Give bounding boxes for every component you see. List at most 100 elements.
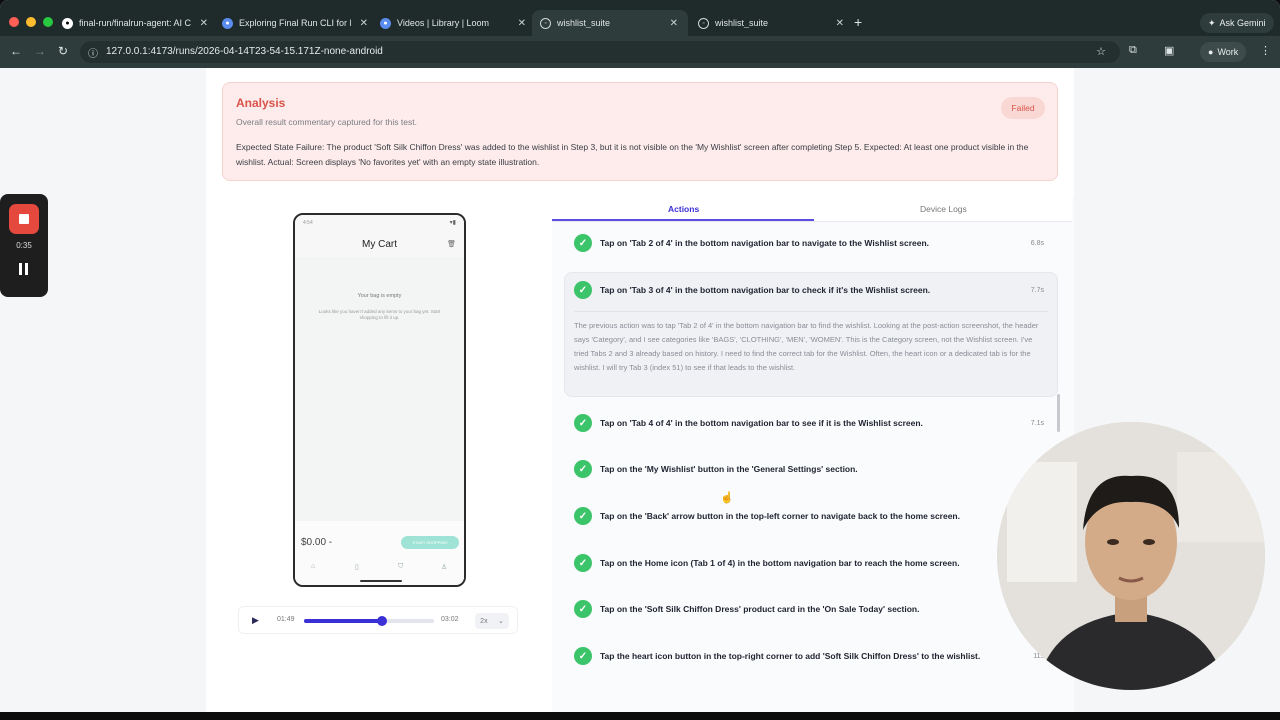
phone-signal-icon: ▾▮ (449, 220, 456, 226)
check-icon: ✓ (574, 460, 592, 478)
status-badge: Failed (1001, 97, 1045, 119)
profile-button[interactable]: ● Work (1200, 42, 1247, 62)
stop-icon (19, 214, 29, 224)
close-tab-icon[interactable]: ✕ (200, 18, 208, 29)
address-bar[interactable]: ⓘ 127.0.0.1:4173/runs/2026-04-14T23-54-1… (80, 41, 1120, 63)
cart-icon: ⛉ (398, 563, 404, 570)
analysis-body: Expected State Failure: The product 'Sof… (236, 142, 1029, 167)
step-duration: 7.7s (1030, 287, 1044, 294)
seek-bar-fill (304, 619, 382, 623)
browser-tab[interactable]: ● Videos | Library | Loom ✕ (380, 13, 526, 33)
phone-header (295, 215, 464, 257)
close-window-button[interactable] (9, 17, 19, 27)
panel-tabs: Actions Device Logs (552, 198, 1072, 222)
divider (574, 311, 1048, 312)
chevron-down-icon: ⌄ (497, 618, 504, 625)
phone-cart-total: $0.00 - (301, 537, 333, 548)
menu-kebab-icon[interactable]: ⋮ (1260, 44, 1271, 57)
phone-status-time: 4:54 (303, 220, 313, 226)
check-icon: ✓ (574, 281, 592, 299)
screen-recorder-widget: 0:35 (0, 194, 48, 297)
check-icon: ✓ (574, 554, 592, 572)
seek-bar[interactable] (304, 616, 434, 626)
check-icon: ✓ (574, 234, 592, 252)
pause-icon[interactable] (19, 263, 29, 275)
url-text: 127.0.0.1:4173/runs/2026-04-14T23-54-15.… (106, 46, 383, 57)
tab-actions[interactable]: Actions (668, 204, 699, 214)
browser-toolbar: ← → ↻ ⓘ 127.0.0.1:4173/runs/2026-04-14T2… (0, 36, 1280, 68)
step-reasoning: The previous action was to tap 'Tab 2 of… (574, 321, 1039, 372)
step-item[interactable]: ✓ Tap on the Home icon (Tab 1 of 4) in t… (564, 548, 1058, 578)
globe-icon: ◦ (540, 17, 551, 29)
current-time: 01:49 (277, 616, 295, 623)
minimize-window-button[interactable] (26, 17, 36, 27)
browser-tab[interactable]: ● Exploring Final Run CLI for E ✕ (222, 13, 368, 33)
step-label: Tap on the 'My Wishlist' button in the '… (600, 464, 858, 474)
maximize-window-button[interactable] (43, 17, 53, 27)
step-item[interactable]: ✓ Tap on 'Tab 3 of 4' in the bottom navi… (564, 275, 1058, 305)
analysis-subtitle: Overall result commentary captured for t… (236, 117, 417, 127)
site-info-icon[interactable]: ⓘ (88, 45, 98, 60)
trash-icon: 🗑 (447, 241, 456, 248)
seek-handle[interactable] (377, 616, 387, 626)
step-item[interactable]: ✓ Tap on 'Tab 2 of 4' in the bottom navi… (564, 228, 1058, 258)
back-arrow-icon[interactable]: ← (10, 44, 22, 58)
step-label: Tap on 'Tab 3 of 4' in the bottom naviga… (600, 285, 931, 295)
step-item[interactable]: ✓ Tap on the 'Soft Silk Chiffon Dress' p… (564, 594, 1058, 624)
extensions-icon[interactable]: ⧉ (1129, 44, 1137, 57)
total-time: 03:02 (441, 616, 459, 623)
step-label: Tap on the 'Back' arrow button in the to… (600, 511, 960, 521)
close-tab-icon[interactable]: ✕ (670, 18, 678, 29)
check-icon: ✓ (574, 600, 592, 618)
step-label: Tap on 'Tab 2 of 4' in the bottom naviga… (600, 238, 930, 248)
check-icon: ✓ (574, 647, 592, 665)
sidebar-icon[interactable]: ▣ (1164, 44, 1174, 57)
step-label: Tap the heart icon button in the top-rig… (600, 651, 981, 661)
sparkle-icon: ✦ (1208, 17, 1216, 28)
bookmark-star-icon[interactable]: ☆ (1096, 45, 1106, 58)
phone-screen-title: My Cart (362, 239, 397, 250)
github-icon: ● (62, 17, 73, 29)
play-icon[interactable]: ▶ (252, 615, 259, 626)
check-icon: ✓ (574, 507, 592, 525)
home-icon: ⌂ (311, 563, 316, 570)
browser-tab[interactable]: ◦ wishlist_suite ✕ (698, 13, 844, 33)
analysis-title: Analysis (236, 96, 286, 110)
step-item[interactable]: ✓ Tap on 'Tab 4 of 4' in the bottom navi… (564, 408, 1058, 438)
step-item[interactable]: ✓ Tap on the 'Back' arrow button in the … (564, 501, 1058, 531)
analysis-panel: Analysis Overall result commentary captu… (222, 82, 1058, 181)
tab-device-logs[interactable]: Device Logs (920, 204, 967, 214)
forward-arrow-icon[interactable]: → (34, 44, 46, 58)
ask-gemini-button[interactable]: ✦ Ask Gemini (1200, 13, 1274, 33)
stop-recording-button[interactable] (9, 204, 39, 234)
video-player-controls: ▶ 01:49 03:02 2x ⌄ (238, 606, 518, 634)
device-screenshot: 4:54 ▾▮ My Cart 🗑 Your bag is empty Look… (293, 213, 466, 587)
playback-speed-select[interactable]: 2x ⌄ (475, 613, 509, 629)
mouse-cursor-icon: ☝ (720, 492, 734, 504)
step-duration: 6.8s (1030, 240, 1044, 247)
webcam-overlay (997, 422, 1265, 690)
chrome-icon: ● (380, 17, 391, 29)
presenter-video-image (997, 422, 1265, 690)
panel-scrollbar[interactable] (1057, 394, 1060, 432)
browser-tab-active[interactable]: ◦ wishlist_suite ✕ (532, 10, 688, 36)
step-duration: 7.1s (1030, 420, 1044, 427)
close-tab-icon[interactable]: ✕ (518, 18, 526, 29)
phone-home-indicator (360, 580, 402, 582)
close-tab-icon[interactable]: ✕ (836, 18, 844, 29)
phone-checkout-button: START SHOPPING (401, 536, 459, 549)
recording-time: 0:35 (16, 241, 32, 250)
step-label: Tap on 'Tab 4 of 4' in the bottom naviga… (600, 418, 923, 428)
phone-footer (295, 521, 464, 585)
step-item[interactable]: ✓ Tap the heart icon button in the top-r… (564, 641, 1058, 671)
browser-tab[interactable]: ● final-run/finalrun-agent: AI C ✕ (62, 13, 208, 33)
new-tab-button[interactable]: + (854, 14, 862, 30)
reload-icon[interactable]: ↻ (58, 44, 68, 58)
step-label: Tap on the Home icon (Tab 1 of 4) in the… (600, 558, 960, 568)
globe-icon: ◦ (698, 17, 709, 29)
close-tab-icon[interactable]: ✕ (360, 18, 368, 29)
check-icon: ✓ (574, 414, 592, 432)
step-item[interactable]: ✓ Tap on the 'My Wishlist' button in the… (564, 454, 1058, 484)
browser-window: ● final-run/finalrun-agent: AI C ✕ ● Exp… (0, 0, 1280, 712)
profile-avatar-icon: ● (1208, 47, 1214, 57)
